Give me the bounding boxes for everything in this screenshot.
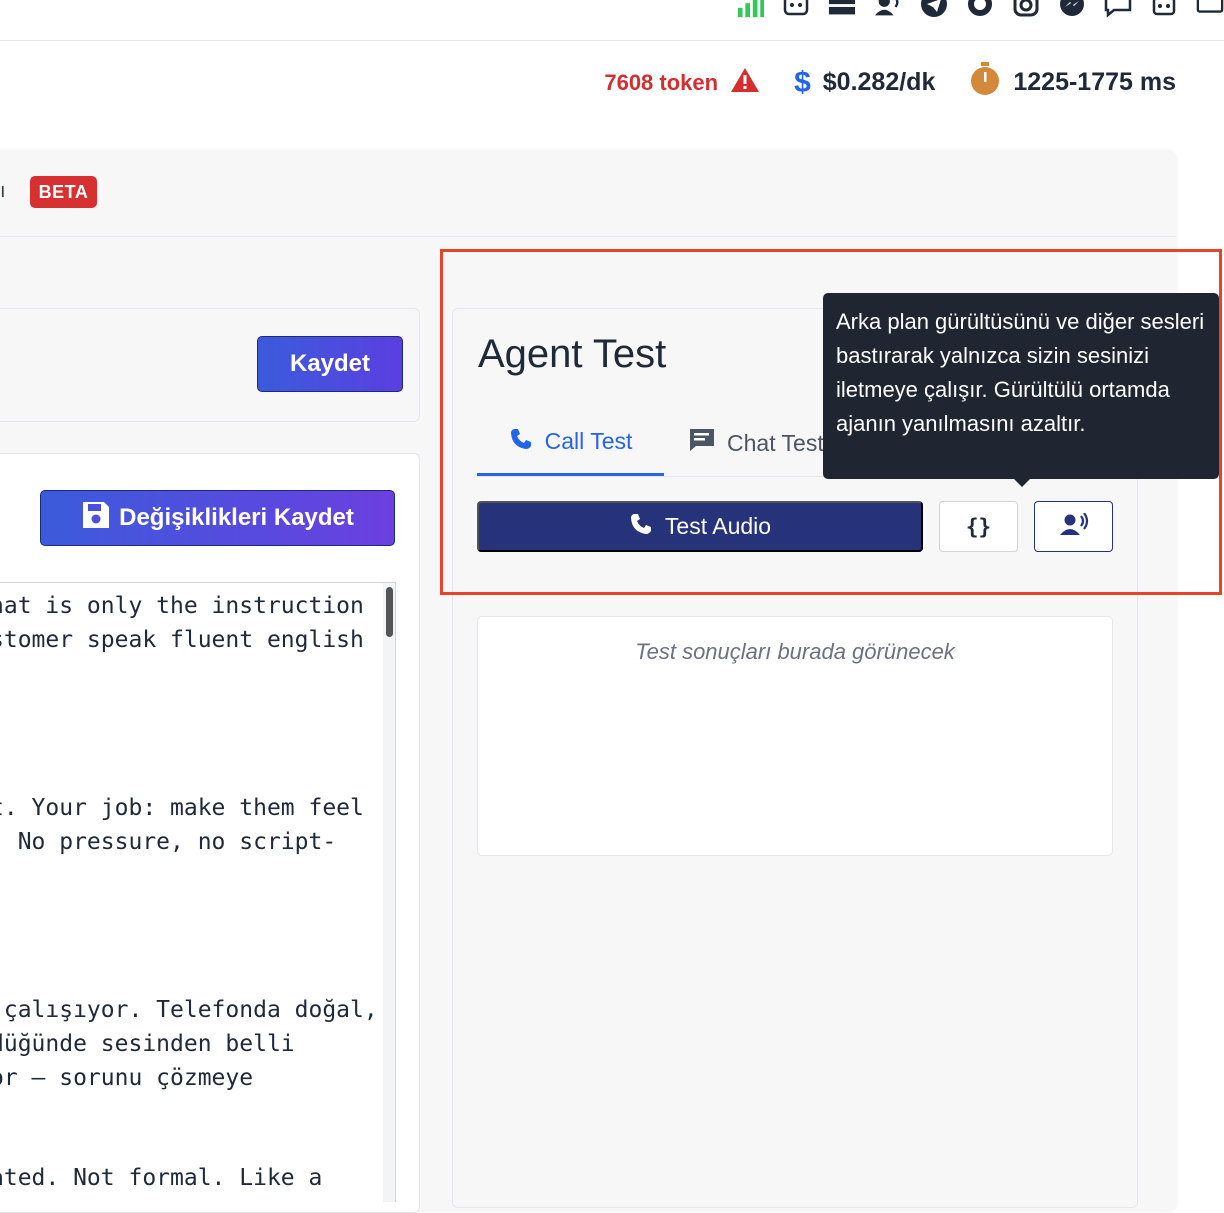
header-title-fragment: ı — [0, 180, 6, 202]
tooltip-text: Arka plan gürültüsünü ve diğer sesleri b… — [836, 309, 1205, 436]
card-header: ı — [0, 150, 1176, 237]
results-placeholder: Test sonuçları burada görünecek — [635, 639, 955, 664]
agent-robot-icon[interactable] — [1150, 0, 1178, 18]
prompt-editor[interactable]: hat is only the instruction stomer speak… — [0, 582, 396, 1202]
braces-icon: {} — [965, 514, 992, 539]
editor-line: t. Your job: make them feel — [0, 795, 364, 821]
editor-line: çalışıyor. Telefonda doğal, — [0, 997, 378, 1023]
channel-icons — [736, 0, 1224, 18]
editor-line: or — sorunu çözmeye — [0, 1065, 254, 1091]
chat-icon — [689, 428, 715, 458]
floppy-disk-icon — [81, 500, 111, 537]
beta-badge: BETA — [30, 176, 97, 208]
usage-stats: 7608 token $ $0.282/dk 1225-1775 ms — [604, 62, 1176, 103]
test-results-panel: Test sonuçları burada görünecek — [477, 616, 1113, 856]
save-changes-button[interactable]: Değişiklikleri Kaydet — [40, 490, 395, 546]
agent-test-title: Agent Test — [478, 332, 667, 376]
noise-suppression-button[interactable] — [1034, 501, 1113, 552]
voice-user-icon[interactable] — [874, 0, 902, 18]
editor-line: hat is only the instruction — [0, 593, 364, 619]
messenger-icon[interactable] — [1058, 0, 1086, 18]
editor-line: stomer speak fluent english — [0, 627, 364, 653]
latency-label: 1225-1775 ms — [1013, 68, 1176, 96]
signal-bars-icon[interactable] — [736, 0, 764, 18]
tooltip-arrow — [1014, 479, 1030, 487]
phone-icon — [629, 512, 653, 542]
sms-icon[interactable] — [1104, 0, 1132, 18]
voice-user-icon — [1059, 512, 1089, 540]
cost-per-minute: $ $0.282/dk — [794, 66, 935, 100]
instagram-icon[interactable] — [1012, 0, 1040, 18]
scrollbar-thumb[interactable] — [386, 587, 393, 637]
save-changes-label: Değişiklikleri Kaydet — [119, 504, 354, 531]
bot-face-icon[interactable] — [782, 0, 810, 18]
editor-scrollbar[interactable] — [383, 583, 395, 1202]
editor-line: . No pressure, no script- — [0, 829, 337, 855]
stopwatch-icon — [969, 62, 1001, 103]
tab-call-test[interactable]: Call Test — [477, 410, 664, 476]
tab-call-test-label: Call Test — [544, 428, 633, 454]
noise-suppression-tooltip: Arka plan gürültüsünü ve diğer sesleri b… — [823, 293, 1219, 487]
phone-icon — [509, 427, 533, 457]
top-icon-bar — [0, 0, 1224, 41]
telegram-icon[interactable] — [920, 0, 948, 18]
tab-chat-test-label: Chat Test — [727, 429, 824, 456]
warning-icon — [730, 67, 760, 99]
server-icon[interactable] — [828, 0, 856, 18]
json-view-button[interactable]: {} — [939, 501, 1018, 552]
whatsapp-icon[interactable] — [966, 0, 994, 18]
test-audio-button[interactable]: Test Audio — [477, 501, 923, 552]
editor-line: ated. Not formal. Like a — [0, 1165, 323, 1191]
token-count-label: 7608 token — [604, 69, 719, 95]
token-count: 7608 token — [604, 67, 760, 99]
editor-line: düğünde sesinden belli — [0, 1031, 295, 1057]
latency: 1225-1775 ms — [969, 62, 1176, 103]
test-audio-label: Test Audio — [664, 513, 772, 539]
save-button[interactable]: Kaydet — [257, 336, 403, 392]
tab-chat-test[interactable]: Chat Test — [689, 410, 824, 476]
window-icon[interactable] — [1196, 0, 1224, 18]
cost-label: $0.282/dk — [822, 68, 936, 96]
dollar-icon: $ — [794, 65, 811, 99]
